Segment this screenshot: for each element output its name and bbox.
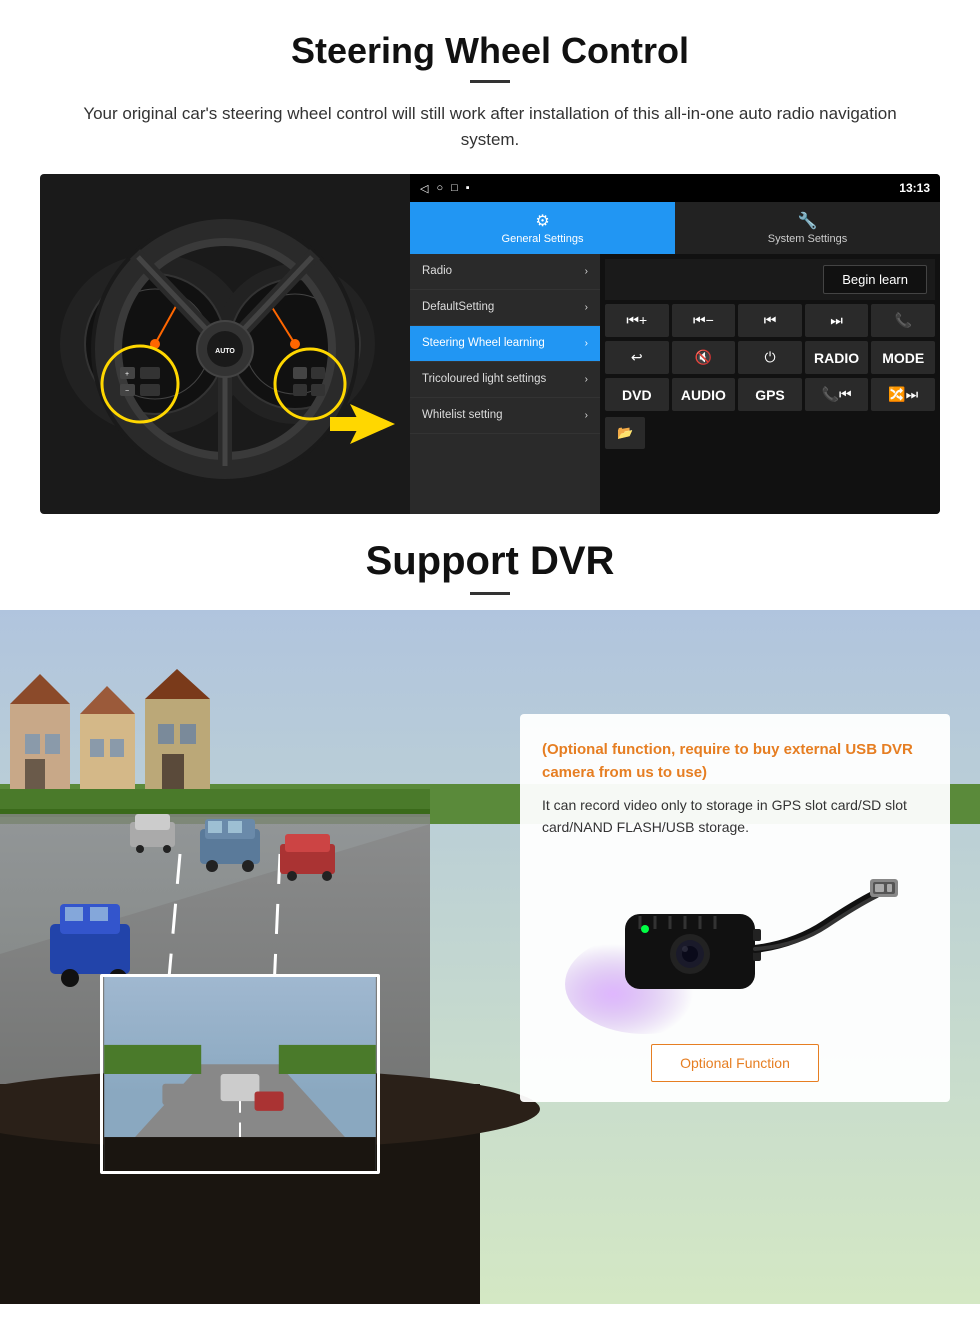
dvr-optional-text: (Optional function, require to buy exter…: [542, 739, 928, 784]
vol-up-icon: ⏮+: [626, 312, 647, 329]
next-icon: ⏭: [830, 312, 843, 329]
phone-prev-button[interactable]: 📞⏮: [805, 378, 869, 411]
menu-default-label: DefaultSetting: [422, 300, 494, 315]
gps-label: GPS: [755, 387, 785, 403]
settings-menu: Radio › DefaultSetting › Steering Wheel …: [410, 254, 600, 514]
file-icon: 📂: [617, 425, 633, 441]
controls-row-2: ↩ 🔇 ⏻ RADIO MODE: [605, 341, 935, 374]
statusbar-icons: ◁ ○ □ ▪: [420, 182, 470, 195]
begin-learn-row: Begin learn: [605, 259, 935, 300]
optional-function-button[interactable]: Optional Function: [651, 1044, 819, 1082]
menu-item-whitelist[interactable]: Whitelist setting ›: [410, 398, 600, 434]
tab-system-settings[interactable]: 🔧 System Settings: [675, 202, 940, 254]
menu-item-radio[interactable]: Radio ›: [410, 254, 600, 290]
controls-row-3: DVD AUDIO GPS 📞⏮ 🔀⏭: [605, 378, 935, 411]
phone-icon: 📞: [894, 312, 911, 329]
dvr-desc-text: It can record video only to storage in G…: [542, 794, 928, 839]
menu-item-tricoloured[interactable]: Tricoloured light settings ›: [410, 362, 600, 398]
dvr-title-area: Support DVR: [0, 514, 980, 610]
radio-button[interactable]: RADIO: [805, 341, 869, 374]
android-body: Radio › DefaultSetting › Steering Wheel …: [410, 254, 940, 514]
dvd-button[interactable]: DVD: [605, 378, 669, 411]
file-button[interactable]: 📂: [605, 417, 645, 449]
dvr-camera-image: [542, 854, 928, 1034]
menu-whitelist-label: Whitelist setting: [422, 408, 503, 423]
page-title: Steering Wheel Control: [40, 30, 940, 72]
back-icon: ◁: [420, 182, 428, 195]
audio-label: AUDIO: [681, 387, 726, 403]
section-subtitle: Your original car's steering wheel contr…: [60, 101, 920, 152]
arrow-icon: ›: [585, 266, 588, 277]
home-icon: ○: [436, 182, 443, 194]
steering-wheel-photo: AUTO + −: [40, 174, 410, 514]
hang-up-button[interactable]: ↩: [605, 341, 669, 374]
controls-row-1: ⏮+ ⏮− ⏮ ⏭ 📞: [605, 304, 935, 337]
android-tabs: ⚙ General Settings 🔧 System Settings: [410, 202, 940, 254]
phone-button[interactable]: 📞: [871, 304, 935, 337]
android-statusbar: ◁ ○ □ ▪ 13:13: [410, 174, 940, 202]
mute-button[interactable]: 🔇: [672, 341, 736, 374]
title-divider: [470, 80, 510, 83]
tab-general-label: General Settings: [502, 233, 584, 245]
menu-item-steering[interactable]: Steering Wheel learning ›: [410, 326, 600, 362]
shuffle-next-button[interactable]: 🔀⏭: [871, 378, 935, 411]
menu-icon: ▪: [466, 182, 470, 194]
svg-text:+: +: [125, 371, 129, 378]
shuffle-next-icon: 🔀⏭: [888, 386, 918, 403]
tab-system-label: System Settings: [768, 233, 847, 245]
power-button[interactable]: ⏻: [738, 341, 802, 374]
mode-label: MODE: [882, 350, 924, 366]
steering-section: Steering Wheel Control Your original car…: [0, 0, 980, 514]
radio-label: RADIO: [814, 350, 859, 366]
dvd-label: DVD: [622, 387, 652, 403]
begin-learn-button[interactable]: Begin learn: [823, 265, 927, 294]
dvr-section: Support DVR: [0, 514, 980, 1304]
svg-text:−: −: [125, 388, 129, 395]
prev-button[interactable]: ⏮: [738, 304, 802, 337]
power-icon: ⏻: [764, 349, 775, 366]
steering-content-area: AUTO + −: [40, 174, 940, 514]
prev-icon: ⏮: [764, 312, 777, 329]
vol-down-icon: ⏮−: [693, 312, 714, 329]
menu-radio-label: Radio: [422, 264, 452, 279]
menu-steering-label: Steering Wheel learning: [422, 336, 545, 351]
controls-row-4: 📂: [605, 417, 935, 449]
dvr-background: Support DVR: [0, 514, 980, 1304]
arrow-icon: ›: [585, 410, 588, 421]
gps-button[interactable]: GPS: [738, 378, 802, 411]
status-time: 13:13: [899, 181, 930, 195]
hang-up-icon: ↩: [631, 349, 643, 366]
phone-prev-icon: 📞⏮: [822, 386, 852, 403]
settings-icon: ⚙: [535, 211, 549, 231]
arrow-icon: ›: [585, 374, 588, 385]
menu-item-default[interactable]: DefaultSetting ›: [410, 290, 600, 326]
vol-down-button[interactable]: ⏮−: [672, 304, 736, 337]
recent-icon: □: [451, 182, 458, 194]
dvr-title-divider: [470, 592, 510, 595]
menu-tricoloured-label: Tricoloured light settings: [422, 372, 546, 387]
audio-button[interactable]: AUDIO: [672, 378, 736, 411]
arrow-icon: ›: [585, 302, 588, 313]
mode-button[interactable]: MODE: [871, 341, 935, 374]
dvr-info-card: (Optional function, require to buy exter…: [520, 714, 950, 1102]
vol-up-button[interactable]: ⏮+: [605, 304, 669, 337]
dvr-camera-thumbnail: [100, 974, 380, 1174]
tab-general-settings[interactable]: ⚙ General Settings: [410, 202, 675, 254]
android-panel: ◁ ○ □ ▪ 13:13 ⚙ General Settings 🔧 Syste…: [410, 174, 940, 514]
dvr-section-title: Support DVR: [0, 539, 980, 584]
arrow-icon: ›: [585, 338, 588, 349]
system-icon: 🔧: [798, 211, 818, 231]
controls-panel: Begin learn ⏮+ ⏮− ⏮: [600, 254, 940, 514]
mute-icon: 🔇: [695, 349, 712, 366]
svg-text:AUTO: AUTO: [215, 348, 235, 355]
next-button[interactable]: ⏭: [805, 304, 869, 337]
